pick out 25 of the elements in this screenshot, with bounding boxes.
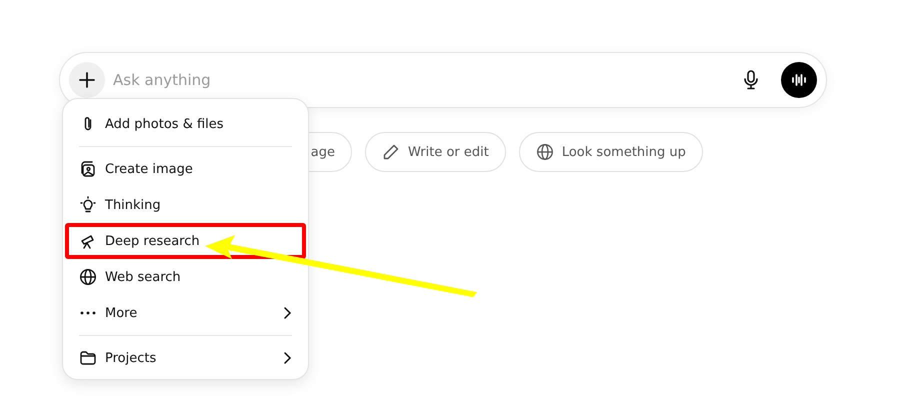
menu-item[interactable]: Deep research	[65, 223, 306, 259]
lightbulb-icon	[79, 196, 97, 214]
waveform-icon	[791, 72, 807, 88]
prompt-field[interactable]: Ask anything	[111, 70, 737, 90]
menu-item[interactable]: More	[65, 295, 306, 331]
menu-item[interactable]: Web search	[65, 259, 306, 295]
suggestion-chip[interactable]: Look something up	[518, 132, 703, 172]
menu-item[interactable]: Create image	[65, 151, 306, 187]
suggestion-chip[interactable]: Write or edit	[365, 132, 506, 172]
chevron-right-icon	[282, 306, 292, 320]
folder-icon	[79, 349, 97, 367]
plus-icon	[78, 71, 96, 89]
prompt-bar[interactable]: Ask anything	[59, 52, 827, 108]
dots-icon	[79, 311, 97, 315]
chevron-right-icon	[282, 351, 292, 365]
microphone-icon[interactable]	[743, 70, 759, 90]
menu-item[interactable]: Thinking	[65, 187, 306, 223]
voice-mode-button[interactable]	[781, 62, 817, 98]
menu-item[interactable]: Projects	[65, 340, 306, 376]
pencil-icon	[382, 143, 400, 161]
image-icon	[79, 160, 97, 178]
menu-item[interactable]: Add photos & files	[65, 106, 306, 142]
globe-icon	[536, 143, 554, 161]
add-button[interactable]	[69, 62, 105, 98]
globe-icon	[79, 268, 97, 286]
